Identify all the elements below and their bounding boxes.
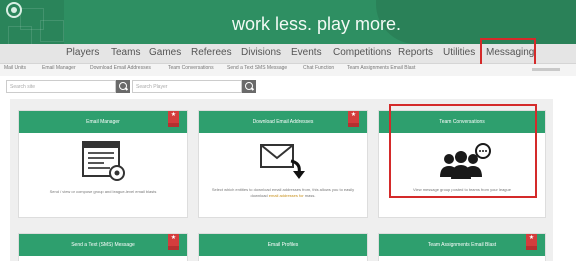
sub-nav: Mail Units Email Manager Download Email … <box>0 64 576 76</box>
subnav-item-chat-function[interactable]: Chat Function <box>303 65 334 71</box>
nav-item-reports[interactable]: Reports <box>398 47 433 58</box>
nav-item-teams[interactable]: Teams <box>111 47 140 58</box>
player-search-icon[interactable] <box>242 80 256 93</box>
subnav-item-send-sms[interactable]: Send a Text SMS Message <box>227 65 287 71</box>
subnav-item-download-emails[interactable]: Download Email Addresses <box>90 65 151 71</box>
soccer-ball-icon <box>6 2 22 18</box>
new-badge: ★ <box>168 234 179 250</box>
banner-swoosh <box>376 0 576 44</box>
messaging-highlight-box <box>480 38 536 66</box>
card-team-assignments-email-blast[interactable]: Team Assignments Email Blast ★ <box>378 233 546 261</box>
card-description: Send / view or compose group and league-… <box>49 189 157 194</box>
envelope-download-icon <box>260 144 305 179</box>
new-badge: ★ <box>348 111 359 127</box>
nav-item-players[interactable]: Players <box>66 47 99 58</box>
nav-item-divisions[interactable]: Divisions <box>241 47 281 58</box>
search-icon[interactable] <box>116 80 130 93</box>
card-download-email-addresses[interactable]: Download Email Addresses ★ Select which … <box>198 110 368 218</box>
subnav-item-mail-units[interactable]: Mail Units <box>4 65 26 71</box>
nav-item-games[interactable]: Games <box>149 47 181 58</box>
card-title: Team Assignments Email Blast <box>379 234 545 256</box>
card-email-profiles[interactable]: Email Profiles <box>198 233 368 261</box>
card-description: Select which entities to download email … <box>207 187 359 199</box>
card-description-end: mass. <box>303 193 316 198</box>
site-search-input[interactable]: Search site <box>6 80 116 93</box>
card-send-sms[interactable]: Send a Text (SMS) Message ★ <box>18 233 188 261</box>
card-title: Email Manager <box>19 111 187 133</box>
subnav-scroll-bar <box>532 68 560 71</box>
subnav-item-email-manager[interactable]: Email Manager <box>42 65 76 71</box>
card-email-manager[interactable]: Email Manager ★ Send / view or compose g… <box>18 110 188 218</box>
new-badge: ★ <box>526 234 537 250</box>
nav-item-competitions[interactable]: Competitions <box>333 47 391 58</box>
nav-item-events[interactable]: Events <box>291 47 322 58</box>
card-title: Download Email Addresses <box>199 111 367 133</box>
new-badge: ★ <box>168 111 179 127</box>
newsletter-icon <box>82 141 125 181</box>
subnav-item-team-conversations[interactable]: Team Conversations <box>168 65 214 71</box>
player-search-input[interactable]: Search Player <box>132 80 242 93</box>
team-conversations-highlight-box <box>389 104 537 198</box>
nav-item-referees[interactable]: Referees <box>191 47 232 58</box>
subnav-item-team-assignments[interactable]: Team Assignments Email Blast <box>347 65 415 71</box>
card-description-link[interactable]: email addresses for <box>269 193 304 198</box>
card-title: Email Profiles <box>199 234 367 256</box>
banner-tagline: work less. play more. <box>232 14 402 34</box>
card-title: Send a Text (SMS) Message <box>19 234 187 256</box>
nav-item-utilities[interactable]: Utilities <box>443 47 475 58</box>
